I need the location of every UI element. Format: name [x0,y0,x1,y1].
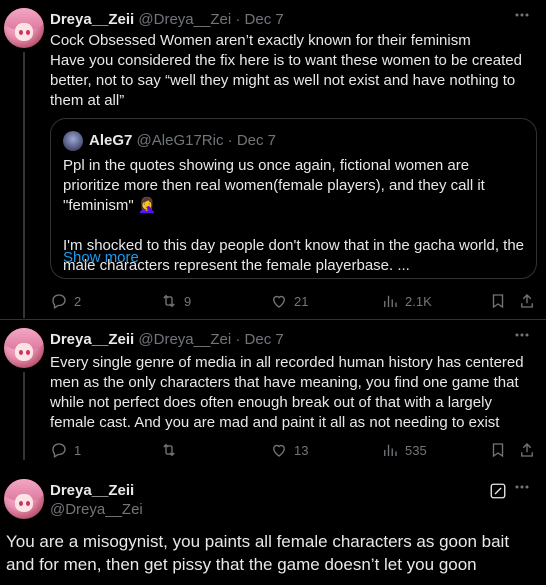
quoted-post[interactable]: AleG7 @AleG17Ric · Dec 7 Ppl in the quot… [50,118,537,279]
share-button[interactable] [518,291,536,311]
author-name[interactable]: Dreya__Zeii [50,331,134,348]
post-header: Dreya__Zeii @Dreya__Zei · Dec 7 [50,11,284,28]
views-button[interactable]: 535 [381,440,427,460]
repost-button[interactable]: 9 [160,291,191,311]
bookmark-icon [492,443,504,458]
quote-author-name: AleG7 [89,132,133,149]
more-icon[interactable] [510,478,534,502]
post-text: Every single genre of media in all recor… [50,354,528,431]
repost-count: 9 [184,293,192,309]
quote-avatar [63,131,83,151]
reply-button[interactable]: 1 [50,440,81,460]
separator: · [235,331,241,348]
thread-line [23,52,25,318]
avatar[interactable] [4,479,44,519]
author-handle[interactable]: @Dreya__Zei [50,501,143,518]
repost-icon [163,443,175,457]
post-date[interactable]: Dec 7 [245,11,284,28]
views-count: 2.1K [405,293,432,309]
quote-author-handle: @AleG17Ric [136,132,224,149]
repost-button[interactable] [160,440,184,460]
show-more-link[interactable]: Show more [63,249,139,266]
more-icon[interactable] [510,6,534,30]
share-icon [521,443,533,457]
post-text: Cock Obsessed Women aren’t exactly known… [50,32,522,109]
quote-header: AleG7 @AleG17Ric · Dec 7 [89,132,276,149]
like-icon [273,295,285,308]
avatar[interactable] [4,328,44,368]
reply-count: 1 [74,442,82,458]
like-button[interactable]: 13 [270,440,308,460]
share-button[interactable] [518,440,536,460]
post-date[interactable]: Dec 7 [245,331,284,348]
author-handle[interactable]: @Dreya__Zei [138,331,231,348]
edit-icon[interactable] [489,482,507,500]
separator: · [227,132,233,149]
views-count: 535 [405,442,427,458]
like-count: 21 [294,293,309,309]
author-name[interactable]: Dreya__Zeii [50,482,134,499]
thread-line [23,372,25,460]
main-post-text: You are a misogynist, you paints all fem… [6,532,510,574]
more-icon[interactable] [510,326,534,350]
author-name[interactable]: Dreya__Zeii [50,11,134,28]
separator: · [235,11,241,28]
avatar[interactable] [4,8,44,48]
bookmark-icon [492,294,504,309]
reply-count: 2 [74,293,82,309]
like-button[interactable]: 21 [270,291,308,311]
post-header: Dreya__Zeii @Dreya__Zei · Dec 7 [50,331,284,348]
reply-icon [52,443,66,458]
author-handle[interactable]: @Dreya__Zei [138,11,231,28]
quote-date: Dec 7 [236,132,276,149]
views-icon [384,444,397,456]
bookmark-button[interactable] [489,440,507,460]
action-bar: 1 13 535 [50,440,536,460]
views-icon [384,295,397,307]
views-button[interactable]: 2.1K [381,291,432,311]
post-2[interactable]: Dreya__Zeii @Dreya__Zei · Dec 7 Every si… [0,320,546,460]
like-count: 13 [294,442,309,458]
bookmark-button[interactable] [489,291,507,311]
reply-button[interactable]: 2 [50,291,81,311]
repost-icon [163,294,175,308]
action-bar: 2 9 21 2.1K [50,291,536,311]
reply-icon [52,294,66,309]
share-icon [521,294,533,308]
like-icon [273,444,285,457]
post-1[interactable]: Dreya__Zeii @Dreya__Zei · Dec 7 Cock Obs… [0,0,546,318]
